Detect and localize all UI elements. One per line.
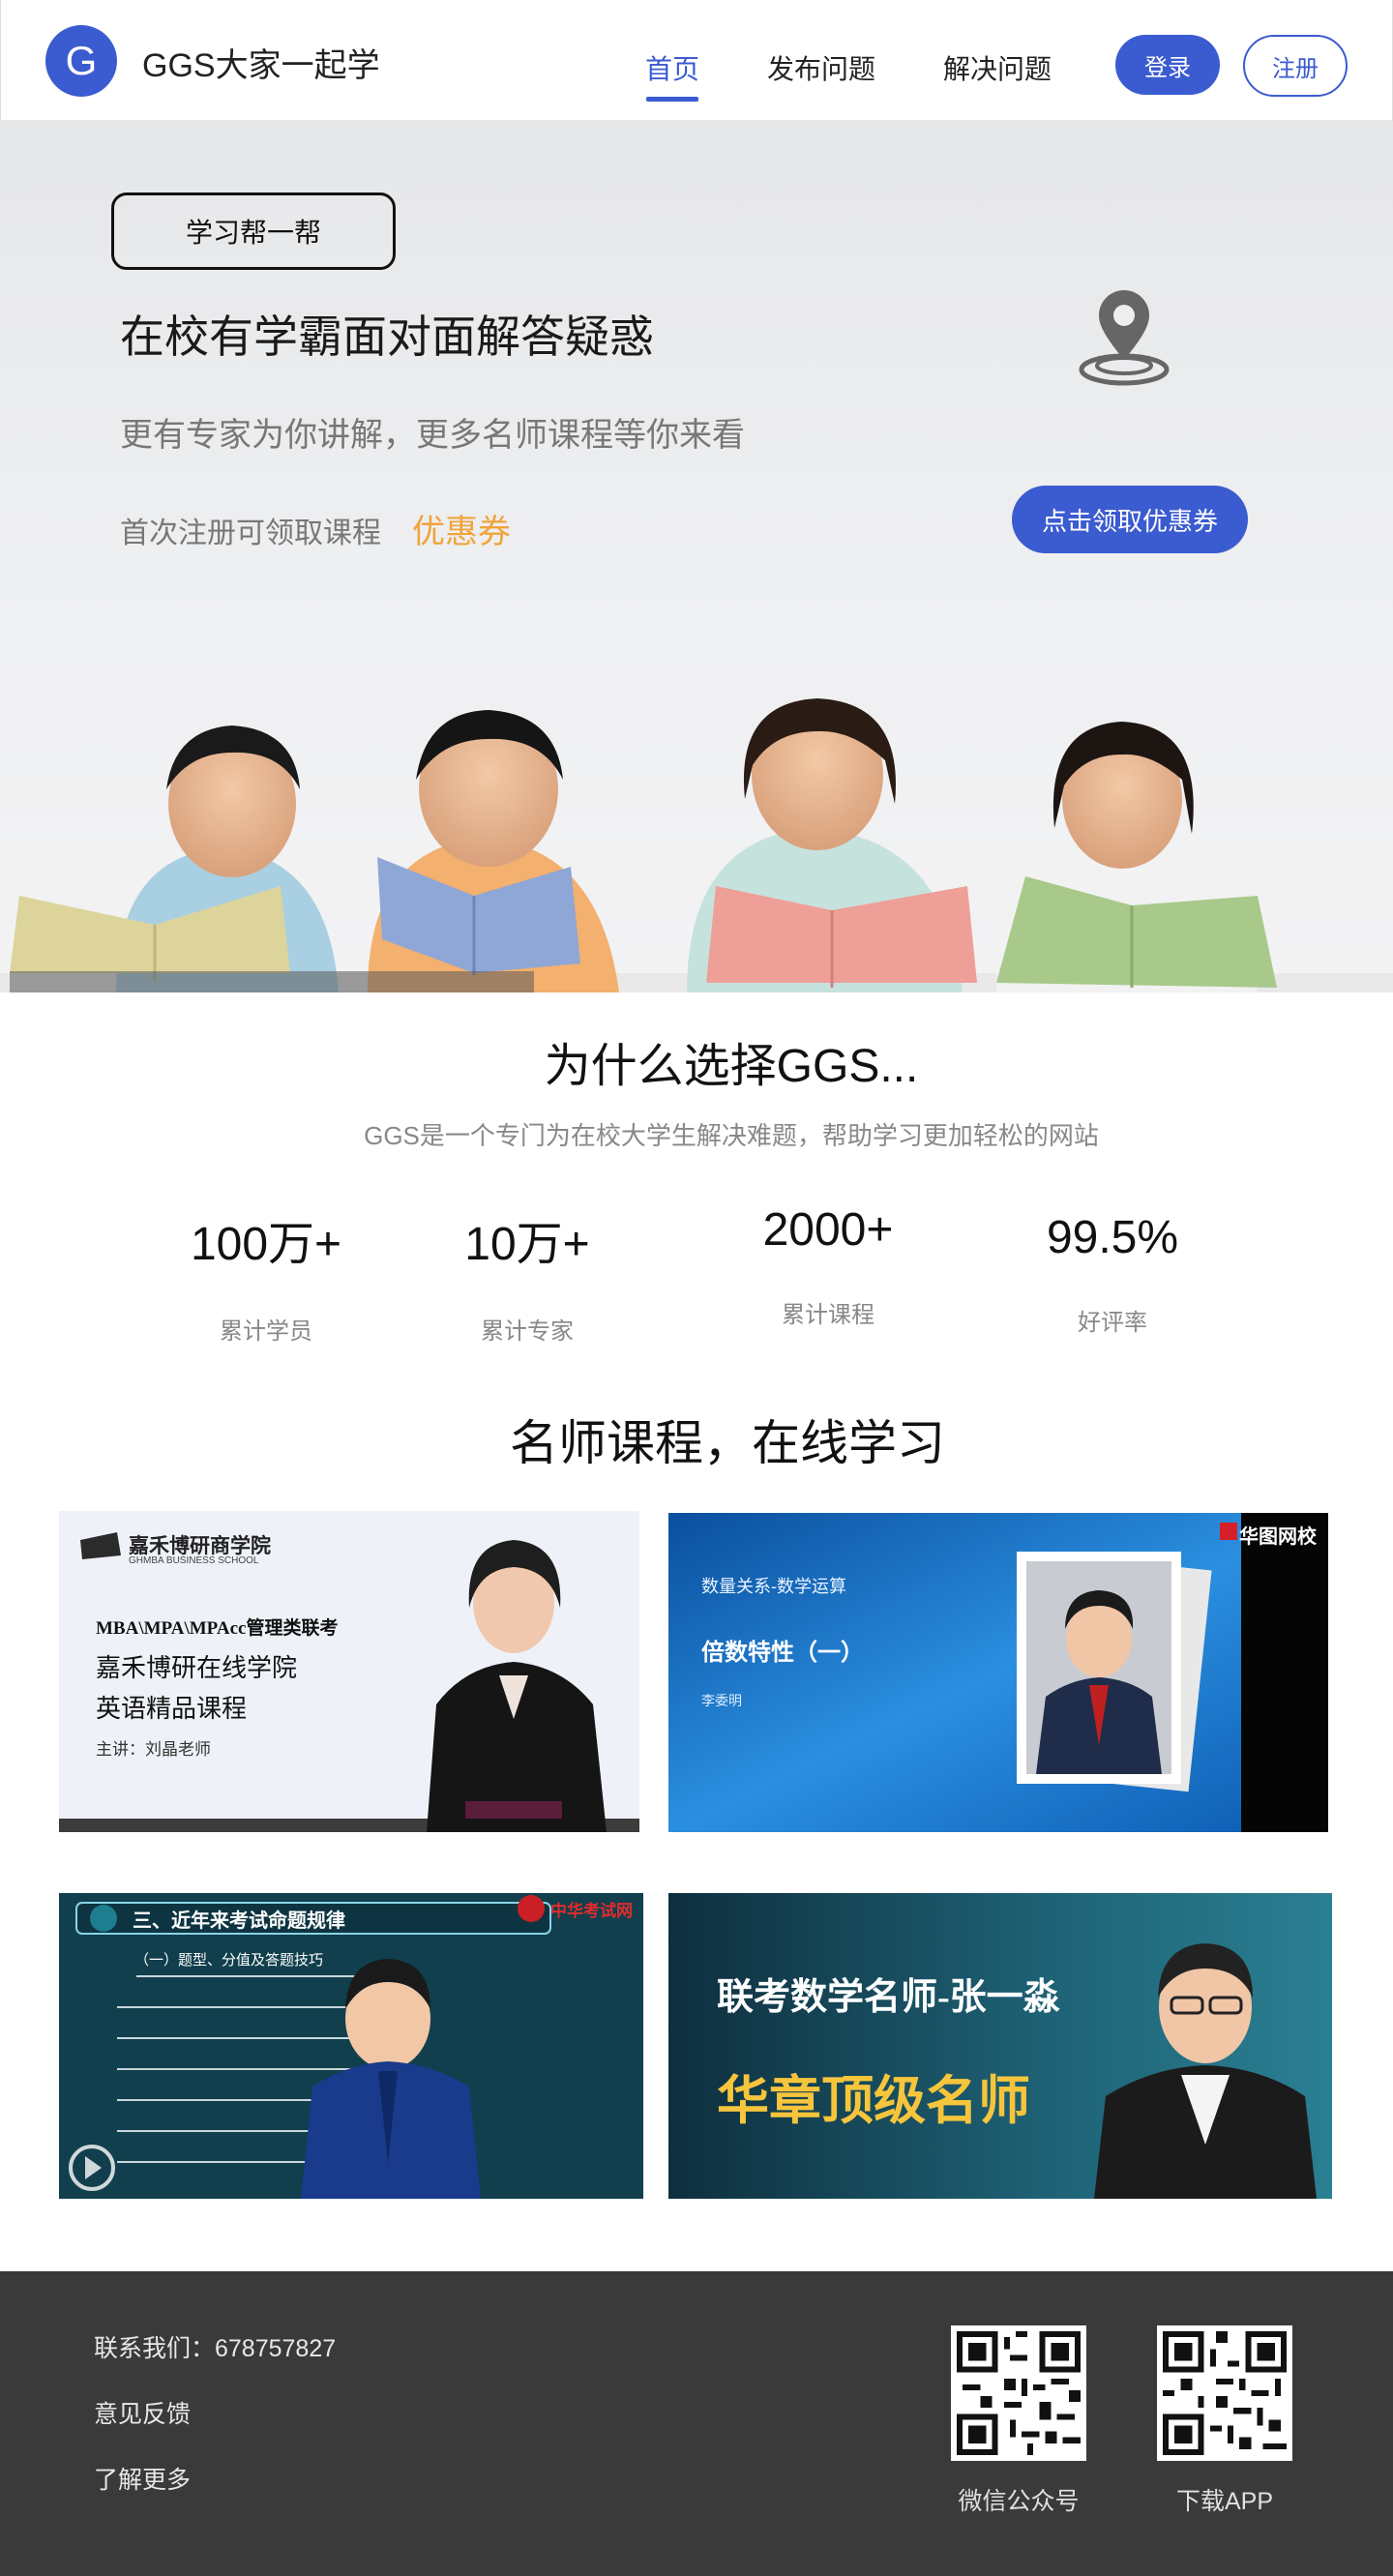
stat-number: 2000+	[762, 1204, 894, 1256]
qr-icon	[1163, 2331, 1287, 2455]
courses-title: 名师课程，在线学习	[510, 1416, 945, 1470]
course-card-2[interactable]: 华图网校 数量关系-数学运算 倍数特性（一） 李委明	[668, 1513, 1328, 1832]
app-qr-code[interactable]	[1157, 2325, 1292, 2461]
stat-experts: 10万+ 累计专家	[455, 1205, 600, 1346]
card4-line2: 华章顶级名师	[717, 2072, 1030, 2130]
card3-brand: 中华考试网	[550, 1902, 633, 1920]
card3-body: （一）题型、分值及答题技巧	[134, 1952, 324, 1969]
stat-number: 10万+	[464, 1219, 590, 1270]
card1-teacher: 主讲：刘晶老师	[96, 1740, 211, 1759]
stat-courses: 2000+ 累计课程	[751, 1203, 905, 1329]
stat-label: 累计专家	[481, 1318, 574, 1345]
claim-coupon-button[interactable]: 点击领取优惠券	[1012, 486, 1248, 553]
hero-children-image	[0, 698, 1393, 992]
nav-home[interactable]: 首页	[645, 48, 699, 87]
card2-topic: 数量关系-数学运算	[701, 1577, 846, 1596]
hero-title: 在校有学霸面对面解答疑惑	[120, 311, 654, 362]
hero-caption-strip	[10, 971, 534, 992]
nav-solve-question[interactable]: 解决问题	[943, 48, 1052, 87]
qr-icon	[957, 2331, 1081, 2455]
wechat-qr-label: 微信公众号	[958, 2488, 1080, 2515]
login-button[interactable]: 登录	[1115, 35, 1220, 95]
hero-banner: 学习帮一帮 在校有学霸面对面解答疑惑 更有专家为你讲解，更多名师课程等你来看 首…	[0, 122, 1393, 992]
stat-number: 99.5%	[1046, 1212, 1179, 1263]
card2-teacher: 李委明	[701, 1693, 742, 1708]
card1-school-en: GHMBA BUSINESS SCHOOL	[129, 1555, 259, 1566]
course-card-2-image	[668, 1513, 1328, 1832]
nav-post-question[interactable]: 发布问题	[767, 48, 875, 87]
stat-rating: 99.5% 好评率	[1035, 1211, 1190, 1337]
stat-label: 累计学员	[220, 1318, 312, 1345]
logo-icon[interactable]: G	[45, 25, 117, 97]
card1-exam: MBA\MPA\MPAcc管理类联考	[96, 1618, 339, 1639]
stat-label: 好评率	[1078, 1310, 1147, 1336]
hero-subtitle: 更有专家为你讲解，更多名师课程等你来看	[120, 417, 745, 454]
course-card-3-image	[59, 1893, 643, 2199]
stat-label: 累计课程	[782, 1302, 874, 1328]
why-title: 为什么选择GGS...	[544, 1041, 919, 1092]
why-description: GGS是一个专门为在校大学生解决难题，帮助学习更加轻松的网站	[364, 1121, 1099, 1150]
card3-heading: 三、近年来考试命题规律	[133, 1910, 345, 1932]
hero-coupon-link[interactable]: 优惠券	[412, 505, 511, 552]
register-button[interactable]: 注册	[1243, 35, 1348, 97]
card1-line2: 英语精品课程	[96, 1694, 248, 1723]
location-pin-icon	[1079, 290, 1170, 386]
course-card-4[interactable]: 联考数学名师-张一淼 华章顶级名师	[668, 1893, 1332, 2199]
card4-line1: 联考数学名师-张一淼	[717, 1977, 1060, 2018]
hero-tag: 学习帮一帮	[111, 192, 396, 270]
stat-number: 100万+	[190, 1219, 342, 1270]
app-qr-label: 下载APP	[1175, 2488, 1274, 2515]
wechat-qr-code[interactable]	[951, 2325, 1086, 2461]
brand-name[interactable]: GGS大家一起学	[142, 39, 380, 86]
course-card-3[interactable]: 三、近年来考试命题规律 中华考试网 （一）题型、分值及答题技巧	[59, 1893, 643, 2199]
hero-note: 首次注册可领取课程	[120, 518, 381, 549]
nav-active-indicator	[646, 97, 698, 102]
card1-line1: 嘉禾博研在线学院	[96, 1653, 298, 1682]
footer-contact[interactable]: 联系我们：678757827	[94, 2329, 336, 2364]
card2-brand: 华图网校	[1239, 1526, 1317, 1548]
course-card-4-image	[668, 1893, 1332, 2199]
footer-feedback[interactable]: 意见反馈	[94, 2395, 191, 2430]
course-card-1[interactable]: 嘉禾博研商学院 GHMBA BUSINESS SCHOOL MBA\MPA\MP…	[59, 1511, 639, 1832]
stat-students: 100万+ 累计学员	[184, 1205, 348, 1346]
card2-lesson: 倍数特性（一）	[701, 1641, 864, 1666]
site-header: G GGS大家一起学 首页 发布问题 解决问题 登录 注册	[0, 0, 1393, 122]
footer-learn-more[interactable]: 了解更多	[94, 2461, 191, 2496]
site-footer: 联系我们：678757827 意见反馈 了解更多 微信公众号 下载APP	[0, 2271, 1393, 2576]
